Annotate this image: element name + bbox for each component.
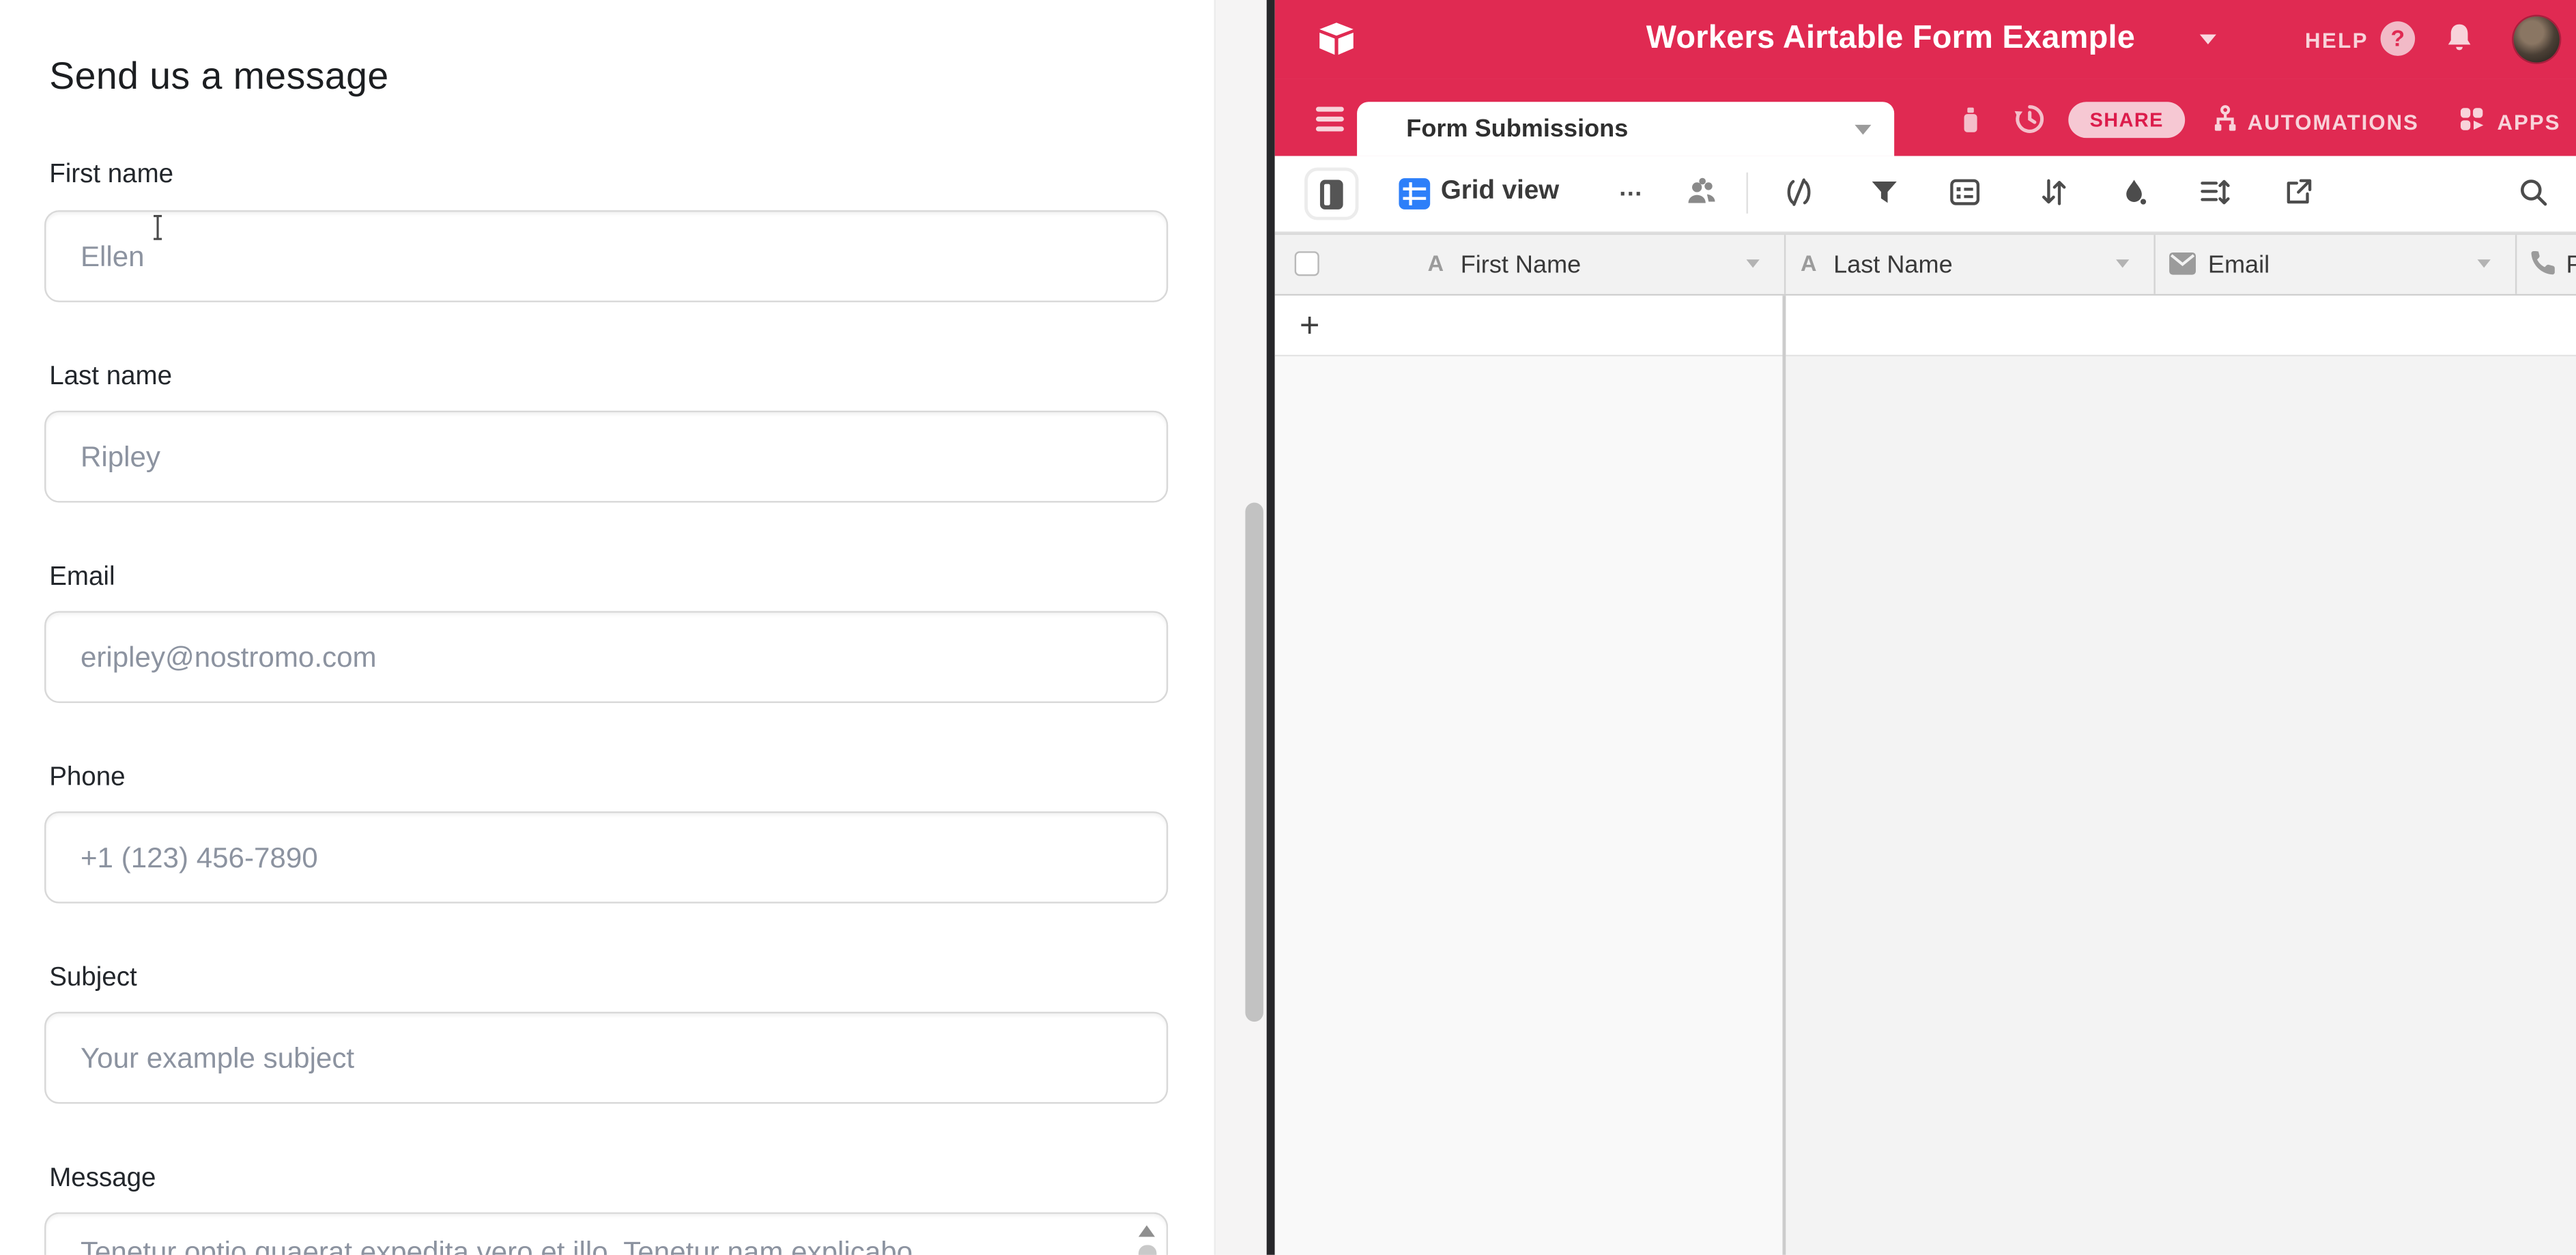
- window-divider: [1267, 0, 1275, 1255]
- view-name-label[interactable]: Grid view: [1441, 177, 1559, 207]
- color-icon[interactable]: [2117, 176, 2150, 209]
- column-name: Last Name: [1833, 251, 1953, 279]
- column-caret-icon[interactable]: [2478, 259, 2491, 268]
- message-placeholder: Tenetur optio quaerat expedita vero et i…: [81, 1235, 913, 1255]
- hide-fields-icon[interactable]: [1782, 176, 1815, 209]
- subject-label: Subject: [49, 964, 137, 994]
- grid-header-row: A First Name A Last Name Email: [1275, 233, 2576, 295]
- column-header-first-name[interactable]: A First Name: [1275, 235, 1784, 294]
- add-record-plus-icon[interactable]: +: [1300, 308, 1320, 343]
- apps-icon[interactable]: [2456, 104, 2487, 135]
- textarea-scrollbar-thumb[interactable]: [1139, 1245, 1156, 1254]
- email-field-icon: [2169, 251, 2196, 276]
- last-name-input[interactable]: [44, 411, 1168, 503]
- frozen-column-separator: [1782, 295, 1785, 1255]
- base-title[interactable]: Workers Airtable Form Example: [1646, 20, 2135, 57]
- column-header-phone[interactable]: P: [2515, 235, 2576, 294]
- view-more-button[interactable]: …: [1618, 174, 1646, 202]
- group-icon[interactable]: [1949, 176, 1981, 209]
- form-title: Send us a message: [49, 54, 389, 98]
- email-input[interactable]: [44, 611, 1168, 703]
- apps-label[interactable]: APPS: [2497, 110, 2560, 134]
- message-label: Message: [49, 1164, 156, 1194]
- toolbar-divider: [1747, 173, 1748, 214]
- airtable-topbar: Workers Airtable Form Example HELP ?: [1275, 0, 2576, 79]
- column-name: First Name: [1461, 251, 1582, 279]
- share-button[interactable]: SHARE: [2068, 102, 2185, 138]
- last-name-label: Last name: [49, 363, 172, 392]
- hamburger-menu-icon[interactable]: [1316, 106, 1344, 136]
- share-label: SHARE: [2090, 109, 2164, 132]
- contact-form-window: Send us a message First name Last name E…: [0, 0, 1214, 1255]
- row-height-icon[interactable]: [2198, 176, 2231, 209]
- message-textarea[interactable]: Tenetur optio quaerat expedita vero et i…: [44, 1212, 1168, 1255]
- views-sidebar-toggle-button[interactable]: [1304, 168, 1358, 220]
- filter-icon[interactable]: [1868, 176, 1901, 209]
- email-label: Email: [49, 564, 115, 593]
- single-line-text-icon: A: [1428, 251, 1444, 276]
- airtable-window: Workers Airtable Form Example HELP ? For…: [1275, 0, 2576, 1255]
- column-header-last-name[interactable]: A Last Name: [1784, 235, 2154, 294]
- sidebar-toggle-icon: [1319, 179, 1344, 210]
- column-header-email[interactable]: Email: [2153, 235, 2515, 294]
- first-name-input[interactable]: [44, 210, 1168, 302]
- grid-empty-area: [1784, 356, 2576, 1255]
- first-name-label: First name: [49, 161, 173, 190]
- base-title-caret-icon[interactable]: [2200, 35, 2216, 44]
- sort-icon[interactable]: [2037, 176, 2070, 209]
- share-view-icon[interactable]: [2282, 176, 2315, 209]
- subject-input[interactable]: [44, 1012, 1168, 1104]
- grid-empty-area-frozen: [1275, 356, 1784, 1255]
- help-question-icon[interactable]: ?: [2381, 21, 2416, 56]
- collaborators-icon[interactable]: [1684, 176, 1720, 211]
- column-name: P: [2566, 251, 2576, 279]
- textarea-scroll-up-icon[interactable]: [1139, 1226, 1155, 1237]
- column-caret-icon[interactable]: [1747, 259, 1760, 268]
- column-name: Email: [2208, 251, 2270, 279]
- phone-label: Phone: [49, 764, 125, 793]
- column-caret-icon[interactable]: [2116, 259, 2129, 268]
- left-window-scrollbar-thumb[interactable]: [1245, 503, 1263, 1022]
- screen: Send us a message First name Last name E…: [0, 0, 2576, 1255]
- automations-label[interactable]: AUTOMATIONS: [2248, 110, 2419, 134]
- search-icon[interactable]: [2517, 176, 2549, 209]
- add-record-row[interactable]: +: [1275, 295, 2576, 356]
- notifications-bell-icon[interactable]: [2442, 20, 2478, 57]
- automations-icon[interactable]: [2209, 104, 2241, 135]
- phone-input[interactable]: [44, 811, 1168, 904]
- tab-form-submissions[interactable]: Form Submissions: [1357, 102, 1894, 156]
- airtable-logo-icon[interactable]: [1315, 18, 1359, 61]
- tab-caret-icon[interactable]: [1855, 125, 1871, 134]
- grid-view-icon[interactable]: [1398, 177, 1431, 210]
- user-avatar[interactable]: [2514, 16, 2560, 62]
- tab-label: Form Submissions: [1406, 115, 1628, 143]
- help-button[interactable]: HELP: [2305, 28, 2369, 53]
- phone-field-icon: [2528, 248, 2558, 277]
- trash-icon[interactable]: [1955, 104, 1986, 136]
- text-cursor-ibeam: [149, 214, 166, 242]
- airtable-view-toolbar: Grid view …: [1275, 156, 2576, 233]
- single-line-text-icon: A: [1801, 251, 1816, 276]
- history-icon[interactable]: [2012, 102, 2047, 136]
- airtable-tabbar: Form Submissions SHARE: [1275, 79, 2576, 156]
